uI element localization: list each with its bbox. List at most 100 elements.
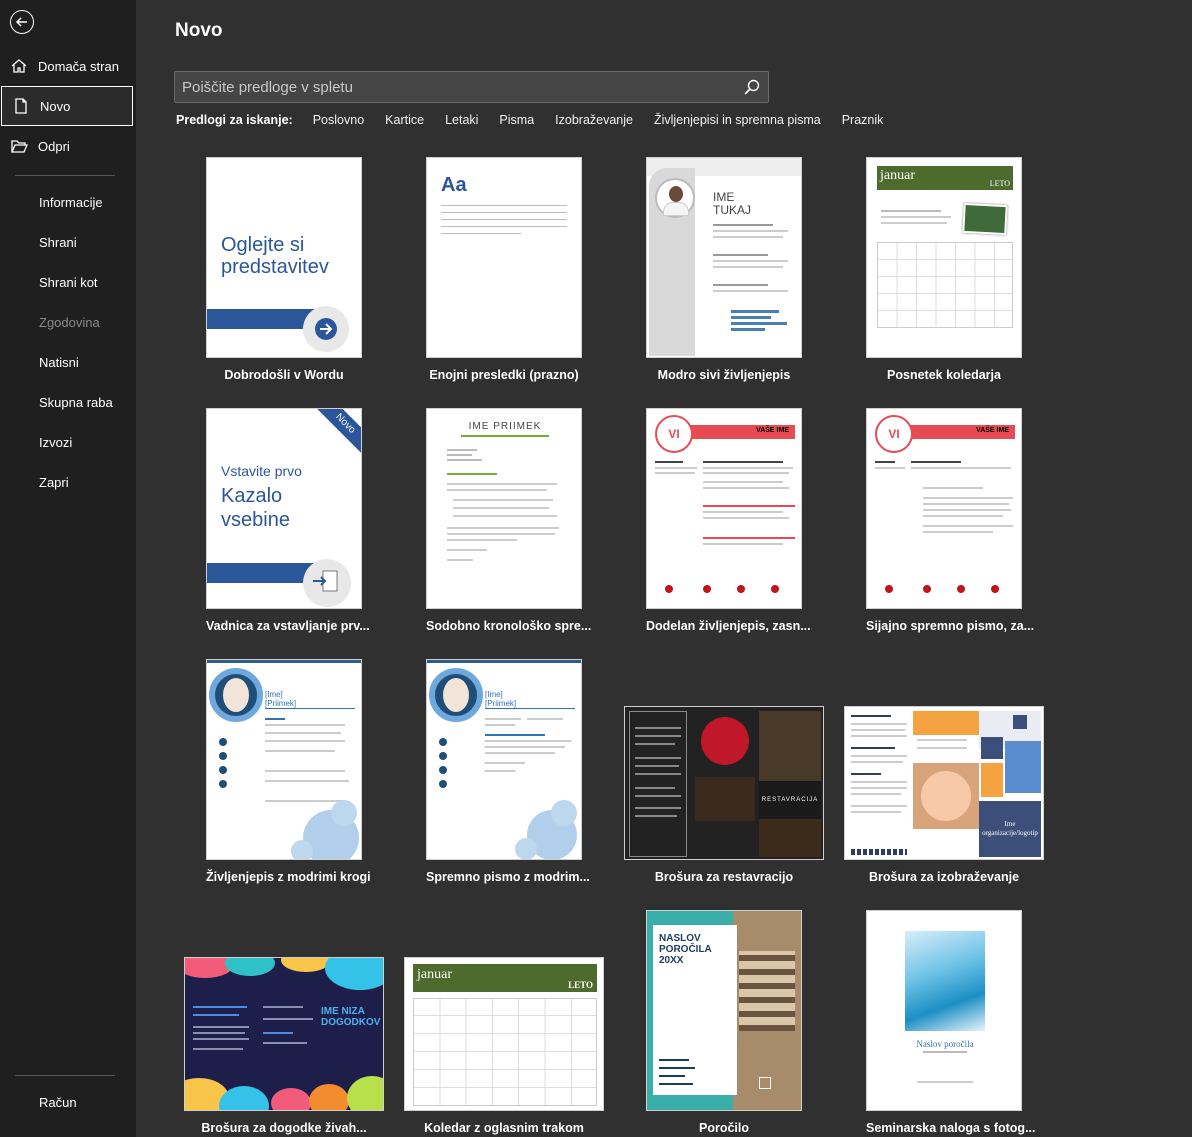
- nav-save-label: Shrani: [39, 234, 77, 250]
- nav-save-as[interactable]: Shrani kot: [0, 262, 134, 302]
- blank-thumb-aa: Aa: [441, 174, 467, 196]
- suggested-link-education[interactable]: Izobraževanje: [555, 113, 633, 127]
- search-input[interactable]: [175, 78, 736, 96]
- monogram: VI: [655, 415, 693, 453]
- template-thumb-photo-term-paper[interactable]: Naslov poročila: [866, 910, 1022, 1111]
- template-caption-restaurant-brochure: Brošura za restavracijo: [654, 870, 794, 884]
- report-title-line1: NASLOV: [659, 933, 701, 944]
- home-icon: [0, 57, 38, 75]
- circles-first: [Ime]: [265, 690, 283, 699]
- template-thumb-blank[interactable]: Aa: [426, 157, 582, 358]
- template-caption-polished-resume: Dodelan življenjepis, zasn...: [646, 619, 811, 633]
- nav-new-label: Novo: [40, 98, 71, 114]
- nav-export-label: Izvozi: [39, 434, 73, 450]
- template-caption-report: Poročilo: [698, 1121, 749, 1135]
- circles-name: [Ime] [Priimek]: [265, 690, 296, 708]
- nav-close[interactable]: Zapri: [0, 462, 134, 502]
- polished-name: VAŠE IME: [756, 427, 789, 434]
- letter-circles-last: [Priimek]: [485, 699, 517, 708]
- template-caption-chrono-cover-letter: Sodobno kronološko spre...: [426, 619, 592, 633]
- polished-letter-name: VAŠE IME: [976, 427, 1009, 434]
- template-search-box: [174, 71, 769, 103]
- nav-new[interactable]: Novo: [1, 86, 133, 126]
- education-org-line1: Ime: [1004, 820, 1016, 828]
- education-org-logo: Ime organizacije/logotip: [979, 801, 1041, 857]
- template-caption-event-brochure: Brošura za dogodke živah...: [201, 1121, 367, 1135]
- new-document-icon: [2, 97, 40, 115]
- nav-share[interactable]: Skupna raba: [0, 382, 134, 422]
- new-ribbon: Novo: [310, 409, 361, 459]
- template-thumb-blue-circles-resume[interactable]: [Ime] [Priimek]: [206, 659, 362, 860]
- nav-info[interactable]: Informacije: [0, 182, 134, 222]
- template-thumb-welcome[interactable]: Oglejte si predstavitev: [206, 157, 362, 358]
- template-thumb-restaurant-brochure[interactable]: RESTAVRACIJA: [624, 706, 824, 860]
- template-caption-photo-term-paper: Seminarska naloga s fotog...: [866, 1121, 1036, 1135]
- template-thumb-polished-resume[interactable]: VI VAŠE IME: [646, 408, 802, 609]
- suggested-link-flyers[interactable]: Letaki: [445, 113, 478, 127]
- nav-history-label: Zgodovina: [39, 314, 100, 330]
- template-thumb-blue-circles-letter[interactable]: [Ime] [Priimek]: [426, 659, 582, 860]
- monogram: VI: [875, 415, 913, 453]
- nav-account[interactable]: Račun: [0, 1082, 134, 1122]
- suggested-link-resumes[interactable]: Življenjepisi in spremna pisma: [654, 113, 821, 127]
- letter-circles-name: [Ime] [Priimek]: [485, 690, 516, 708]
- nav-print[interactable]: Natisni: [0, 342, 134, 382]
- back-button[interactable]: [10, 10, 34, 34]
- nav-print-label: Natisni: [39, 354, 79, 370]
- suggested-link-business[interactable]: Poslovno: [313, 113, 364, 127]
- template-caption-welcome: Dobrodošli v Wordu: [224, 368, 344, 382]
- nav-home[interactable]: Domača stran: [0, 46, 134, 86]
- template-thumb-event-brochure[interactable]: IME NIZA DOGODKOV: [184, 957, 384, 1111]
- template-thumb-toc-tutorial[interactable]: Novo Vstavite prvo Kazalo vsebine: [206, 408, 362, 609]
- template-thumb-report[interactable]: NASLOV POROČILA 20XX: [646, 910, 802, 1111]
- open-folder-icon: [0, 137, 38, 155]
- report-title-line3: 20XX: [659, 955, 684, 966]
- suggested-link-letters[interactable]: Pisma: [499, 113, 534, 127]
- welcome-thumb-text: Oglejte si predstavitev: [221, 234, 329, 278]
- banner-calendar-month: januar: [417, 967, 452, 982]
- template-caption-blank: Enojni presledki (prazno): [429, 368, 579, 382]
- main-panel: Novo Predlogi za iskanje: Poslovno Karti…: [136, 0, 1192, 1137]
- nav-history: Zgodovina: [0, 302, 134, 342]
- toc-thumb-line1: Vstavite prvo: [221, 463, 302, 479]
- template-thumb-chrono-cover-letter[interactable]: IME PRIIMEK: [426, 408, 582, 609]
- chrono-name: IME PRIIMEK: [468, 421, 542, 432]
- template-thumb-education-brochure[interactable]: Ime organizacije/logotip: [844, 706, 1044, 860]
- nav-export[interactable]: Izvozi: [0, 422, 134, 462]
- template-caption-blue-circles-resume: Življenjepis z modrimi krogi: [206, 870, 371, 884]
- nav-open-label: Odpri: [38, 138, 70, 154]
- welcome-thumb-line2: predstavitev: [221, 256, 329, 278]
- event-title: IME NIZA DOGODKOV: [321, 1006, 380, 1028]
- letter-circles-first: [Ime]: [485, 690, 503, 699]
- template-caption-toc-tutorial: Vadnica za vstavljanje prv...: [206, 619, 370, 633]
- circles-last: [Priimek]: [265, 699, 297, 708]
- template-caption-education-brochure: Brošura za izobraževanje: [868, 870, 1020, 884]
- toc-thumb-line2: Kazalo: [221, 485, 283, 507]
- avatar: [209, 668, 263, 722]
- document-insert-icon: [303, 559, 351, 607]
- restaurant-name: RESTAVRACIJA: [759, 781, 821, 819]
- report-title-line2: POROČILA: [659, 944, 712, 955]
- nav-info-label: Informacije: [39, 194, 103, 210]
- nav-save[interactable]: Shrani: [0, 222, 134, 262]
- search-icon[interactable]: [736, 78, 768, 96]
- template-thumb-polished-cover-letter[interactable]: VI VAŠE IME: [866, 408, 1022, 609]
- template-thumb-blue-grey-resume[interactable]: IME TUKAJ: [646, 157, 802, 358]
- template-caption-blue-circles-letter: Spremno pismo z modrim...: [426, 870, 590, 884]
- word-backstage: Domača stran Novo Odpri Informacije Shra…: [0, 0, 1192, 1137]
- suggested-link-cards[interactable]: Kartice: [385, 113, 424, 127]
- arrow-left-icon: [15, 17, 27, 27]
- avatar: [655, 178, 695, 218]
- template-thumb-calendar-snapshot[interactable]: januar LETO: [866, 157, 1022, 358]
- nav-open[interactable]: Odpri: [0, 126, 134, 166]
- nav-share-label: Skupna raba: [39, 394, 113, 410]
- sidebar-divider: [15, 175, 115, 176]
- suggested-link-holiday[interactable]: Praznik: [842, 113, 884, 127]
- template-caption-calendar-snapshot: Posnetek koledarja: [887, 368, 1001, 382]
- suggested-label: Predlogi za iskanje:: [176, 113, 293, 127]
- banner-calendar-year: LETO: [568, 980, 593, 990]
- calendar-month: januar: [880, 168, 915, 183]
- backstage-sidebar: Domača stran Novo Odpri Informacije Shra…: [0, 0, 136, 1137]
- template-thumb-banner-calendar[interactable]: januar LETO: [404, 957, 604, 1111]
- page-title: Novo: [175, 20, 223, 41]
